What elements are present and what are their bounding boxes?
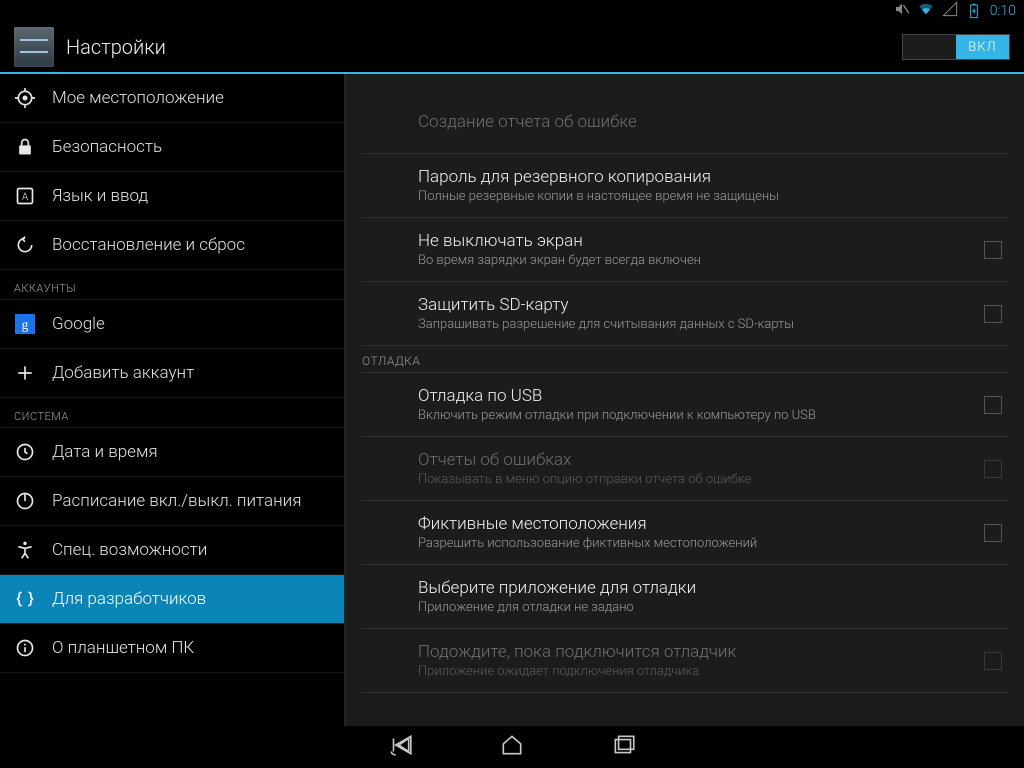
checkbox[interactable] <box>984 524 1002 542</box>
plus-icon <box>14 362 36 384</box>
setting-subtitle: Запрашивать разрешение для считывания да… <box>418 317 972 332</box>
setting-mock-locations[interactable]: Фиктивные местоположения Разрешить испол… <box>362 501 1008 565</box>
sidebar-item-label: Язык и ввод <box>52 186 148 206</box>
sidebar-item-label: Восстановление и сброс <box>52 235 245 255</box>
setting-title: Выберите приложение для отладки <box>418 578 1008 598</box>
settings-app-icon <box>14 27 54 67</box>
google-icon: g <box>14 313 36 335</box>
checkbox[interactable] <box>984 652 1002 670</box>
lock-icon <box>14 136 36 158</box>
sidebar-item-date-time[interactable]: Дата и время <box>0 428 344 477</box>
section-label-debug: ОТЛАДКА <box>362 346 1008 373</box>
info-icon <box>14 637 36 659</box>
toggle-off-side <box>903 35 956 59</box>
mute-icon <box>894 1 910 21</box>
sidebar-item-label: Google <box>52 314 105 334</box>
status-bar: 0:10 <box>0 0 1024 22</box>
cell-signal-icon <box>942 1 958 21</box>
wifi-icon <box>918 1 934 21</box>
location-icon <box>14 87 36 109</box>
setting-subtitle: Приложение ожидает подключения отладчика <box>418 664 972 679</box>
setting-title: Отчеты об ошибках <box>418 450 972 470</box>
page-title: Настройки <box>66 35 166 59</box>
sidebar-item-label: Безопасность <box>52 137 162 157</box>
back-button[interactable] <box>387 732 413 762</box>
setting-title: Защитить SD-карту <box>418 295 972 315</box>
sidebar-section-accounts: АККАУНТЫ <box>0 270 344 300</box>
sidebar-item-label: Спец. возможности <box>52 540 207 560</box>
setting-title: Фиктивные местоположения <box>418 514 972 534</box>
accessibility-icon <box>14 539 36 561</box>
setting-title: Пароль для резервного копирования <box>418 167 1008 187</box>
power-schedule-icon <box>14 490 36 512</box>
battery-charging-icon <box>966 3 982 19</box>
sidebar-item-about-tablet[interactable]: О планшетном ПК <box>0 624 344 673</box>
setting-protect-sd[interactable]: Защитить SD-карту Запрашивать разрешение… <box>362 282 1008 346</box>
setting-subtitle: Показывать в меню опцию отправки отчета … <box>418 472 972 487</box>
setting-subtitle: Полные резервные копии в настоящее время… <box>418 189 1008 204</box>
sidebar-item-label: Для разработчиков <box>52 589 206 609</box>
setting-backup-password[interactable]: Пароль для резервного копирования Полные… <box>362 154 1008 218</box>
setting-subtitle: Приложение для отладки не задано <box>418 600 1008 615</box>
sidebar-item-label: Добавить аккаунт <box>52 363 194 383</box>
sidebar-item-label: Мое местоположение <box>52 88 224 108</box>
sidebar-item-backup-reset[interactable]: Восстановление и сброс <box>0 221 344 270</box>
sidebar-item-label: Дата и время <box>52 442 158 462</box>
language-icon: A <box>14 185 36 207</box>
svg-text:A: A <box>22 192 29 203</box>
checkbox[interactable] <box>984 396 1002 414</box>
developer-options-toggle[interactable]: ВКЛ <box>902 34 1010 60</box>
toggle-on-side: ВКЛ <box>956 35 1009 59</box>
sidebar-item-label: О планшетном ПК <box>52 638 194 658</box>
home-button[interactable] <box>499 732 525 762</box>
checkbox[interactable] <box>984 460 1002 478</box>
status-clock: 0:10 <box>990 3 1016 19</box>
clock-icon <box>14 441 36 463</box>
setting-bug-report-menu[interactable]: Отчеты об ошибках Показывать в меню опци… <box>362 437 1008 501</box>
sidebar-item-label: Расписание вкл./выкл. питания <box>52 491 301 511</box>
setting-bug-report[interactable]: Создание отчета об ошибке <box>362 90 1008 154</box>
restore-icon <box>14 234 36 256</box>
system-navigation-bar <box>0 726 1024 768</box>
sidebar-item-developer-options[interactable]: Для разработчиков <box>0 575 344 624</box>
developer-options-panel: Создание отчета об ошибке Пароль для рез… <box>346 74 1024 726</box>
sidebar-item-location[interactable]: Мое местоположение <box>0 74 344 123</box>
setting-wait-for-debugger[interactable]: Подождите, пока подключится отладчик При… <box>362 629 1008 693</box>
setting-select-debug-app[interactable]: Выберите приложение для отладки Приложен… <box>362 565 1008 629</box>
setting-title: Подождите, пока подключится отладчик <box>418 642 972 662</box>
sidebar-item-accessibility[interactable]: Спец. возможности <box>0 526 344 575</box>
setting-title: Не выключать экран <box>418 231 972 251</box>
sidebar-item-security[interactable]: Безопасность <box>0 123 344 172</box>
checkbox[interactable] <box>984 305 1002 323</box>
setting-subtitle: Разрешить использование фиктивных местоп… <box>418 536 972 551</box>
checkbox[interactable] <box>984 241 1002 259</box>
settings-sidebar: Мое местоположение Безопасность A Язык и… <box>0 74 346 726</box>
sidebar-section-system: СИСТЕМА <box>0 398 344 428</box>
setting-stay-awake[interactable]: Не выключать экран Во время зарядки экра… <box>362 218 1008 282</box>
sidebar-item-language[interactable]: A Язык и ввод <box>0 172 344 221</box>
action-bar: Настройки ВКЛ <box>0 22 1024 74</box>
setting-usb-debugging[interactable]: Отладка по USB Включить режим отладки пр… <box>362 373 1008 437</box>
svg-text:g: g <box>22 317 29 332</box>
setting-subtitle: Во время зарядки экран будет всегда вклю… <box>418 253 972 268</box>
braces-icon <box>14 588 36 610</box>
setting-title: Отладка по USB <box>418 386 972 406</box>
sidebar-item-add-account[interactable]: Добавить аккаунт <box>0 349 344 398</box>
sidebar-item-google[interactable]: g Google <box>0 300 344 349</box>
setting-subtitle: Включить режим отладки при подключении к… <box>418 408 972 423</box>
setting-title: Создание отчета об ошибке <box>418 112 1008 132</box>
sidebar-item-power-schedule[interactable]: Расписание вкл./выкл. питания <box>0 477 344 526</box>
recent-apps-button[interactable] <box>611 732 637 762</box>
